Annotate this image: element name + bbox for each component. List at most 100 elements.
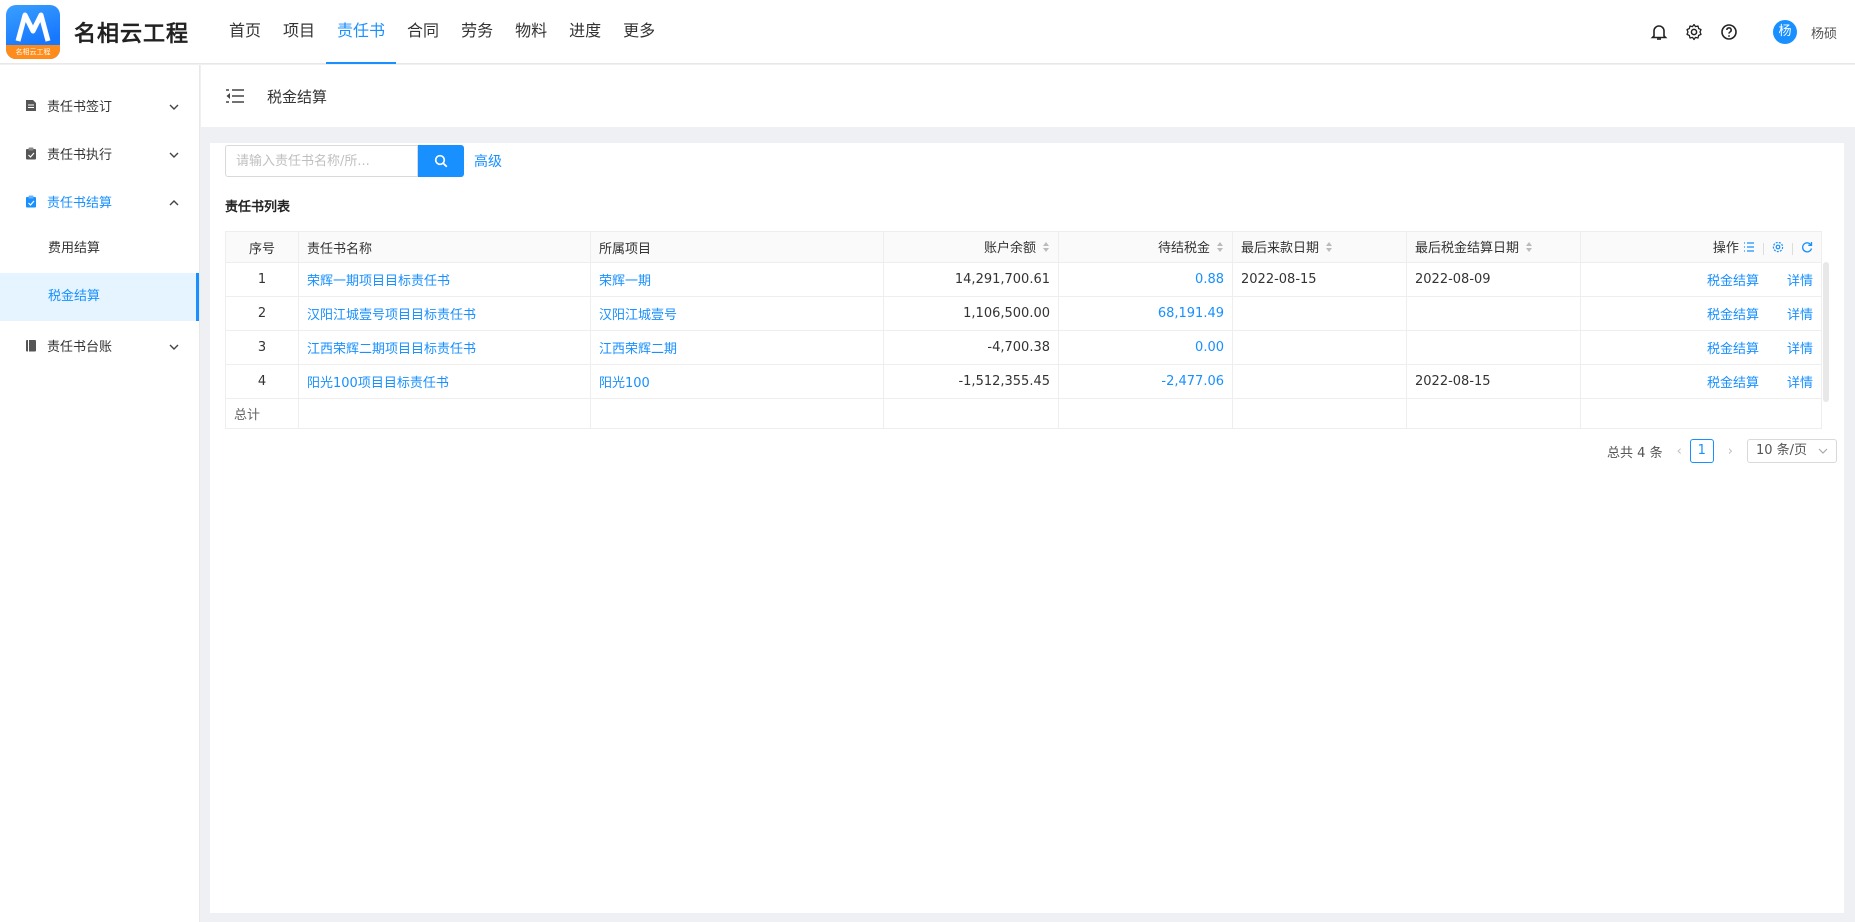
sort-icon[interactable]: [1325, 241, 1333, 257]
detail-button[interactable]: 详情: [1787, 308, 1813, 323]
project-link[interactable]: 汉阳江城壹号: [599, 308, 677, 323]
col-balance[interactable]: 账户余额: [883, 231, 1059, 263]
contract-name-link[interactable]: 荣辉一期项目目标责任书: [307, 274, 450, 289]
table-row: 3 江西荣辉二期项目目标责任书 江西荣辉二期 -4,700.38 0.00 税金结算 详情: [225, 330, 1822, 365]
last-payment-date-cell: 2022-08-15: [1232, 262, 1407, 297]
chevron-down-icon: [169, 152, 179, 158]
sidebar-menu-1[interactable]: 责任书执行: [0, 129, 199, 177]
help-icon[interactable]: [1719, 22, 1739, 42]
advanced-search-link[interactable]: 高级: [474, 151, 502, 171]
nav-item-3[interactable]: 合同: [396, 0, 450, 64]
data-table: 序号 责任书名称 所属项目 账户余额 待结税金 最后来款日期 最后税金结算日期 …: [225, 231, 1829, 429]
sidebar-submenu-1[interactable]: 税金结算: [0, 273, 199, 321]
column-list-icon[interactable]: [1743, 241, 1755, 256]
settlement-icon: [24, 194, 38, 208]
gear-icon[interactable]: [1684, 22, 1704, 42]
last-tax-date-cell: [1406, 330, 1581, 365]
contract-name-link[interactable]: 江西荣辉二期项目目标责任书: [307, 342, 476, 357]
total-count: 总共 4 条: [1607, 445, 1663, 461]
col-last-tax-date[interactable]: 最后税金结算日期: [1406, 231, 1581, 263]
sidebar-submenu-0[interactable]: 费用结算: [0, 225, 199, 273]
sort-icon[interactable]: [1042, 241, 1050, 257]
sidebar-menu-0[interactable]: 责任书签订: [0, 81, 199, 129]
top-nav: 首页 项目 责任书 合同 劳务 物料 进度 更多: [218, 0, 666, 64]
row-index: 3: [225, 330, 299, 365]
sidebar-menu-label: 责任书执行: [47, 147, 113, 163]
vertical-scrollbar[interactable]: [1823, 262, 1829, 402]
contract-name-link[interactable]: 阳光100项目目标责任书: [307, 376, 449, 391]
last-payment-date-cell: [1232, 330, 1407, 365]
prev-page-icon[interactable]: ‹: [1677, 444, 1682, 459]
tax-settle-button[interactable]: 税金结算: [1707, 342, 1759, 357]
column-settings-icon[interactable]: [1772, 241, 1784, 257]
table-header-row: 序号 责任书名称 所属项目 账户余额 待结税金 最后来款日期 最后税金结算日期 …: [225, 231, 1822, 263]
nav-item-0[interactable]: 首页: [218, 0, 272, 64]
total-row: 总计: [225, 398, 1822, 429]
username[interactable]: 杨硕: [1811, 23, 1837, 42]
project-link[interactable]: 阳光100: [599, 376, 650, 391]
search-button[interactable]: [418, 145, 464, 177]
last-tax-date-cell: 2022-08-09: [1406, 262, 1581, 297]
nav-item-7[interactable]: 更多: [612, 0, 666, 64]
sidebar-menu-label: 责任书结算: [47, 195, 113, 211]
table-row: 1 荣辉一期项目目标责任书 荣辉一期 14,291,700.61 0.88 2022-08…: [225, 262, 1822, 297]
table-row: 2 汉阳江城壹号项目目标责任书 汉阳江城壹号 1,106,500.00 68,191.4…: [225, 296, 1822, 331]
ledger-icon: [24, 338, 38, 352]
next-page-icon[interactable]: ›: [1728, 444, 1733, 459]
top-header: 名相云工程 名相云工程 首页 项目 责任书 合同 劳务 物料 进度 更多 杨 杨硕: [0, 0, 1855, 64]
col-last-payment-date[interactable]: 最后来款日期: [1232, 231, 1407, 263]
last-tax-date-cell: 2022-08-15: [1406, 364, 1581, 399]
last-payment-date-cell: [1232, 364, 1407, 399]
nav-item-1[interactable]: 项目: [272, 0, 326, 64]
sort-icon[interactable]: [1216, 241, 1224, 257]
tax-settle-button[interactable]: 税金结算: [1707, 308, 1759, 323]
project-link[interactable]: 荣辉一期: [599, 274, 651, 289]
search-input[interactable]: [225, 145, 418, 177]
last-tax-date-cell: [1406, 296, 1581, 331]
project-link[interactable]: 江西荣辉二期: [599, 342, 677, 357]
logo[interactable]: 名相云工程 名相云工程: [6, 4, 206, 59]
last-payment-date-cell: [1232, 296, 1407, 331]
pending-tax-link[interactable]: -2,477.06: [1161, 374, 1224, 389]
col-project: 所属项目: [590, 231, 884, 263]
header-tools: 杨 杨硕: [1634, 0, 1837, 64]
tax-settle-button[interactable]: 税金结算: [1707, 274, 1759, 289]
detail-button[interactable]: 详情: [1787, 274, 1813, 289]
row-index: 1: [225, 262, 299, 297]
detail-button[interactable]: 详情: [1787, 342, 1813, 357]
tax-settle-button[interactable]: 税金结算: [1707, 376, 1759, 391]
nav-item-2[interactable]: 责任书: [326, 0, 397, 64]
sidebar-menu-2[interactable]: 责任书结算: [0, 177, 199, 225]
balance-cell: 1,106,500.00: [883, 296, 1059, 331]
bell-icon[interactable]: [1649, 22, 1669, 42]
sidebar-menu-label: 责任书签订: [47, 99, 113, 115]
contract-name-link[interactable]: 汉阳江城壹号项目目标责任书: [307, 308, 476, 323]
logo-mark-icon: 名相云工程: [6, 4, 60, 59]
chevron-down-icon: [1818, 448, 1828, 454]
col-name: 责任书名称: [298, 231, 591, 263]
nav-item-4[interactable]: 劳务: [450, 0, 504, 64]
sidebar-menu-3[interactable]: 责任书台账: [0, 321, 199, 369]
page-size-select[interactable]: 10 条/页: [1747, 439, 1837, 463]
pagination: 总共 4 条 ‹ 1 › 10 条/页: [1607, 439, 1837, 463]
app-title: 名相云工程: [74, 21, 190, 47]
col-pending-tax[interactable]: 待结税金: [1058, 231, 1233, 263]
page-title: 税金结算: [267, 87, 328, 106]
pending-tax-link[interactable]: 0.88: [1195, 272, 1224, 287]
refresh-icon[interactable]: [1801, 241, 1813, 257]
menu-collapse-icon[interactable]: [225, 86, 245, 106]
nav-item-5[interactable]: 物料: [504, 0, 558, 64]
detail-button[interactable]: 详情: [1787, 376, 1813, 391]
balance-cell: -4,700.38: [883, 330, 1059, 365]
avatar[interactable]: 杨: [1772, 20, 1797, 44]
nav-item-6[interactable]: 进度: [558, 0, 612, 64]
pending-tax-link[interactable]: 0.00: [1195, 340, 1224, 355]
page-1-button[interactable]: 1: [1689, 439, 1714, 463]
pending-tax-link[interactable]: 68,191.49: [1158, 306, 1224, 321]
sort-icon[interactable]: [1525, 241, 1533, 257]
balance-cell: -1,512,355.45: [883, 364, 1059, 399]
balance-cell: 14,291,700.61: [883, 262, 1059, 297]
sidebar: 责任书签订责任书执行责任书结算费用结算 税金结算 责任书台账: [0, 65, 200, 922]
document-icon: [24, 98, 38, 112]
table-row: 4 阳光100项目目标责任书 阳光100 -1,512,355.45 -2,477.06…: [225, 364, 1822, 399]
